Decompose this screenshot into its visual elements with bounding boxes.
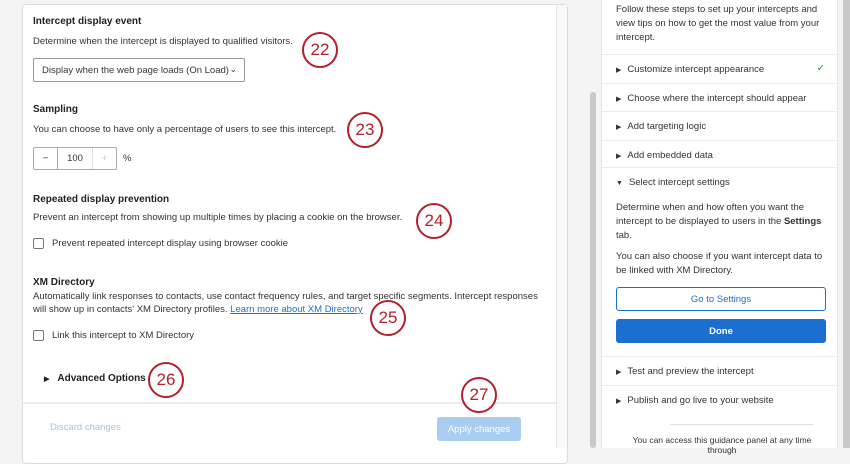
- step-label: Publish and go live to your website: [627, 395, 774, 406]
- sampling-input[interactable]: 100: [58, 148, 93, 169]
- step-label: Choose where the intercept should appear: [627, 93, 807, 104]
- percent-label: %: [123, 153, 132, 164]
- detail-bold: Settings: [783, 216, 822, 227]
- display-event-select[interactable]: Display when the web page loads (On Load…: [33, 58, 245, 82]
- repeated-checkbox-label: Prevent repeated intercept display using…: [52, 238, 289, 249]
- step-label: Select intercept settings: [628, 177, 730, 188]
- xm-desc-2: will show up in contacts' XM Directory p…: [33, 304, 228, 315]
- caret-down-icon: ▼: [616, 180, 623, 187]
- checkmark-icon: ✓: [816, 63, 825, 74]
- caret-right-icon: ▶: [616, 153, 622, 160]
- repeated-checkbox[interactable]: [33, 238, 44, 249]
- caret-right-icon: ▶: [616, 96, 622, 103]
- caret-right-icon: ▶: [616, 398, 622, 405]
- repeated-desc: Prevent an intercept from showing up mul…: [33, 212, 403, 223]
- step-intercept-settings[interactable]: ▼ Select intercept settings: [602, 167, 839, 196]
- step-label: Add embedded data: [627, 150, 713, 161]
- step-detail-2: You can also choose if you want intercep…: [616, 251, 823, 276]
- step-targeting-logic[interactable]: ▶ Add targeting logic: [602, 111, 839, 140]
- display-event-desc: Determine when the intercept is displaye…: [33, 36, 293, 47]
- xm-learn-more-link[interactable]: Learn more about XM Directory: [230, 304, 363, 315]
- done-button[interactable]: Done: [616, 319, 826, 343]
- increment-button[interactable]: +: [93, 148, 116, 169]
- callout-badge: 22: [302, 32, 338, 68]
- callout-badge: 27: [461, 377, 497, 413]
- divider: [670, 424, 813, 425]
- step-embedded-data[interactable]: ▶ Add embedded data: [602, 140, 839, 169]
- caret-right-icon: ▶: [616, 67, 622, 74]
- callout-badge: 25: [370, 300, 406, 336]
- display-event-title: Intercept display event: [33, 16, 142, 27]
- step-publish[interactable]: ▶ Publish and go live to your website: [602, 385, 839, 414]
- apply-changes-button[interactable]: Apply changes: [437, 417, 521, 441]
- go-to-settings-button[interactable]: Go to Settings: [616, 287, 826, 311]
- chevron-down-icon: ⌄: [229, 64, 237, 74]
- guidance-footer-text: You can access this guidance panel at an…: [632, 435, 812, 455]
- callout-badge: 26: [148, 362, 184, 398]
- step-choose-where[interactable]: ▶ Choose where the intercept should appea…: [602, 83, 839, 112]
- page-scrollbar[interactable]: [590, 92, 596, 448]
- settings-scrollbar[interactable]: [556, 5, 567, 448]
- guidance-intro: Follow these steps to set up your interc…: [616, 4, 820, 43]
- repeated-title: Repeated display prevention: [33, 194, 170, 205]
- caret-right-icon: ▶: [616, 124, 622, 131]
- xm-title: XM Directory: [33, 277, 95, 288]
- advanced-options-toggle[interactable]: ▶ Advanced Options: [44, 373, 146, 384]
- sampling-desc: You can choose to have only a percentage…: [33, 124, 337, 135]
- xm-checkbox[interactable]: [33, 330, 44, 341]
- sampling-stepper[interactable]: − 100 +: [33, 147, 117, 170]
- caret-right-icon: ▶: [616, 369, 622, 376]
- decrement-button[interactable]: −: [34, 148, 58, 169]
- advanced-options-label: Advanced Options: [57, 373, 146, 384]
- caret-right-icon: ▶: [44, 376, 50, 383]
- display-event-value: Display when the web page loads (On Load…: [42, 65, 229, 76]
- callout-badge: 24: [416, 203, 452, 239]
- callout-badge: 23: [347, 112, 383, 148]
- xm-checkbox-label: Link this intercept to XM Directory: [52, 330, 195, 341]
- window-scrollbar[interactable]: [843, 0, 850, 448]
- step-customize-appearance[interactable]: ▶ Customize intercept appearance ✓: [602, 54, 839, 83]
- step-label: Test and preview the intercept: [627, 366, 754, 377]
- step-label: Add targeting logic: [627, 121, 707, 132]
- sampling-title: Sampling: [33, 104, 79, 115]
- step-test-preview[interactable]: ▶ Test and preview the intercept: [602, 356, 839, 385]
- step-detail-1: Determine when and how often you want th…: [616, 201, 831, 243]
- step-label: Customize intercept appearance: [627, 64, 765, 75]
- detail-text: tab.: [616, 230, 632, 241]
- discard-changes-button[interactable]: Discard changes: [50, 422, 121, 433]
- guidance-panel: Follow these steps to set up your interc…: [601, 0, 839, 455]
- detail-text: Determine when and how often you want th…: [616, 202, 805, 227]
